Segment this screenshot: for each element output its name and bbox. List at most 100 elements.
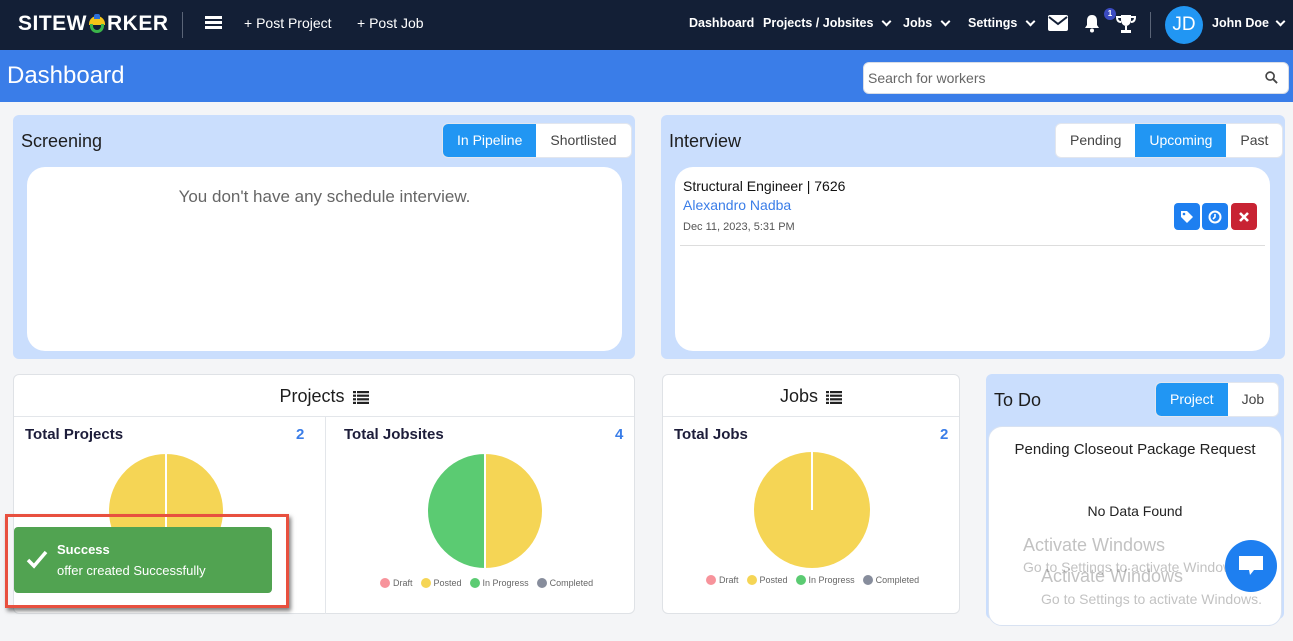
- legend-dot: [536, 578, 547, 588]
- tag-button[interactable]: [1174, 203, 1200, 230]
- interview-title: Interview: [669, 131, 742, 151]
- total-projects-label: Total Projects: [25, 426, 124, 443]
- interview-tabs: Pending Upcoming Past: [1055, 123, 1284, 158]
- legend-item-in-progress[interactable]: In Progress: [469, 578, 529, 588]
- trophy-icon[interactable]: [1115, 14, 1137, 38]
- tab-job[interactable]: Job: [1228, 383, 1279, 416]
- divider: [325, 417, 326, 614]
- pie-slice-posted[interactable]: [484, 451, 544, 571]
- post-job-link[interactable]: + Post Job: [357, 15, 424, 31]
- logo-text-right: RKER: [107, 12, 169, 35]
- legend-item-draft[interactable]: Draft: [706, 575, 739, 585]
- legend-dot: [862, 575, 873, 585]
- nav-dashboard[interactable]: Dashboard: [689, 16, 754, 30]
- legend-label: Completed: [549, 578, 594, 588]
- legend-label: Posted: [433, 578, 462, 588]
- total-jobs-label: Total Jobs: [674, 426, 748, 443]
- page-title: Dashboard: [7, 62, 125, 89]
- chevron-down-icon: [1275, 16, 1286, 26]
- divider: [680, 245, 1265, 246]
- nav-jobs[interactable]: Jobs: [903, 16, 951, 30]
- hardhat-logo-icon: [88, 13, 106, 33]
- chat-button[interactable]: [1225, 540, 1277, 592]
- close-icon: [1239, 211, 1249, 222]
- toast-title: Success: [57, 542, 110, 557]
- legend-dot: [706, 575, 716, 585]
- todo-section-title: Pending Closeout Package Request: [1014, 441, 1256, 458]
- jobs-card: Jobs Total Jobs 2 Draft Posted In Progre…: [662, 374, 960, 614]
- jobsites-legend: Draft Posted In Progress Completed: [380, 578, 593, 588]
- reschedule-button[interactable]: [1202, 203, 1228, 230]
- menu-icon[interactable]: [205, 16, 222, 30]
- user-name: John Doe: [1212, 16, 1269, 30]
- chevron-down-icon: [1025, 16, 1036, 26]
- legend-dot: [795, 575, 806, 585]
- projects-card-header[interactable]: Projects: [14, 375, 634, 417]
- success-toast[interactable]: Success offer created Successfully: [14, 527, 272, 593]
- legend-item-draft[interactable]: Draft: [380, 578, 413, 588]
- todo-tabs: Project Job: [1155, 382, 1280, 417]
- tab-upcoming[interactable]: Upcoming: [1135, 124, 1227, 157]
- jobs-pie-chart: [754, 452, 870, 568]
- nav-settings[interactable]: Settings: [968, 16, 1036, 30]
- page-header: Dashboard: [0, 50, 1293, 102]
- chevron-down-icon: [882, 16, 892, 26]
- pie-slice-in-progress[interactable]: [426, 451, 486, 571]
- clock-icon: [1208, 210, 1222, 223]
- avatar[interactable]: JD: [1165, 6, 1203, 44]
- interview-job-title: Structural Engineer | 7626: [683, 178, 846, 194]
- legend-item-posted[interactable]: Posted: [746, 575, 788, 585]
- legend-item-completed[interactable]: Completed: [536, 578, 594, 588]
- post-project-link[interactable]: + Post Project: [244, 15, 332, 31]
- tab-project[interactable]: Project: [1156, 383, 1228, 416]
- list-icon: [826, 390, 843, 404]
- legend-label: Posted: [759, 575, 788, 585]
- todo-title: To Do: [994, 390, 1042, 410]
- bell-icon[interactable]: [1084, 14, 1100, 38]
- siteworker-logo[interactable]: SITEW RKER: [18, 12, 169, 36]
- notification-badge: 1: [1104, 8, 1116, 20]
- tab-pending[interactable]: Pending: [1056, 124, 1135, 157]
- legend-label: Draft: [393, 578, 413, 588]
- nav-label: Jobs: [903, 16, 933, 30]
- user-menu[interactable]: John Doe: [1212, 16, 1286, 30]
- screening-card: Screening In Pipeline Shortlisted You do…: [13, 115, 635, 359]
- nav-projects-jobsites[interactable]: Projects / Jobsites: [763, 16, 892, 30]
- legend-label: In Progress: [482, 578, 529, 588]
- jobs-legend: Draft Posted In Progress Completed: [706, 575, 919, 585]
- tag-icon: [1181, 210, 1193, 223]
- interview-datetime: Dec 11, 2023, 5:31 PM: [683, 221, 795, 233]
- projects-card-title: Projects: [279, 386, 345, 406]
- legend-item-in-progress[interactable]: In Progress: [795, 575, 855, 585]
- tab-shortlisted[interactable]: Shortlisted: [536, 124, 630, 157]
- legend-item-completed[interactable]: Completed: [862, 575, 920, 585]
- total-projects-value: 2: [296, 426, 305, 443]
- cancel-interview-button[interactable]: [1231, 203, 1257, 230]
- legend-label: Draft: [719, 575, 739, 585]
- jobs-card-title: Jobs: [779, 386, 818, 406]
- tab-past[interactable]: Past: [1226, 124, 1282, 157]
- list-icon: [352, 390, 369, 404]
- legend-label: Completed: [875, 575, 920, 585]
- interview-card: Interview Pending Upcoming Past Structur…: [661, 115, 1285, 359]
- mail-icon[interactable]: [1048, 15, 1068, 36]
- toast-message: offer created Successfully: [57, 563, 206, 578]
- search-icon[interactable]: [1265, 71, 1278, 84]
- no-data-message: No Data Found: [1087, 503, 1183, 519]
- divider: [1150, 12, 1151, 38]
- legend-item-posted[interactable]: Posted: [420, 578, 462, 588]
- legend-dot: [469, 578, 480, 588]
- search-input[interactable]: [868, 63, 1258, 93]
- legend-dot: [746, 575, 757, 585]
- jobs-card-header[interactable]: Jobs: [663, 375, 959, 417]
- candidate-name-link[interactable]: Alexandro Nadba: [683, 197, 791, 213]
- divider: [182, 12, 183, 38]
- total-jobs-value: 2: [940, 426, 949, 443]
- total-jobsites-label: Total Jobsites: [344, 426, 444, 443]
- nav-label: Projects / Jobsites: [763, 16, 874, 30]
- empty-message: You don't have any schedule interview.: [178, 187, 471, 206]
- screening-title: Screening: [21, 131, 103, 151]
- checkmark-icon: [26, 550, 48, 569]
- search-box: [863, 62, 1289, 94]
- tab-in-pipeline[interactable]: In Pipeline: [443, 124, 537, 157]
